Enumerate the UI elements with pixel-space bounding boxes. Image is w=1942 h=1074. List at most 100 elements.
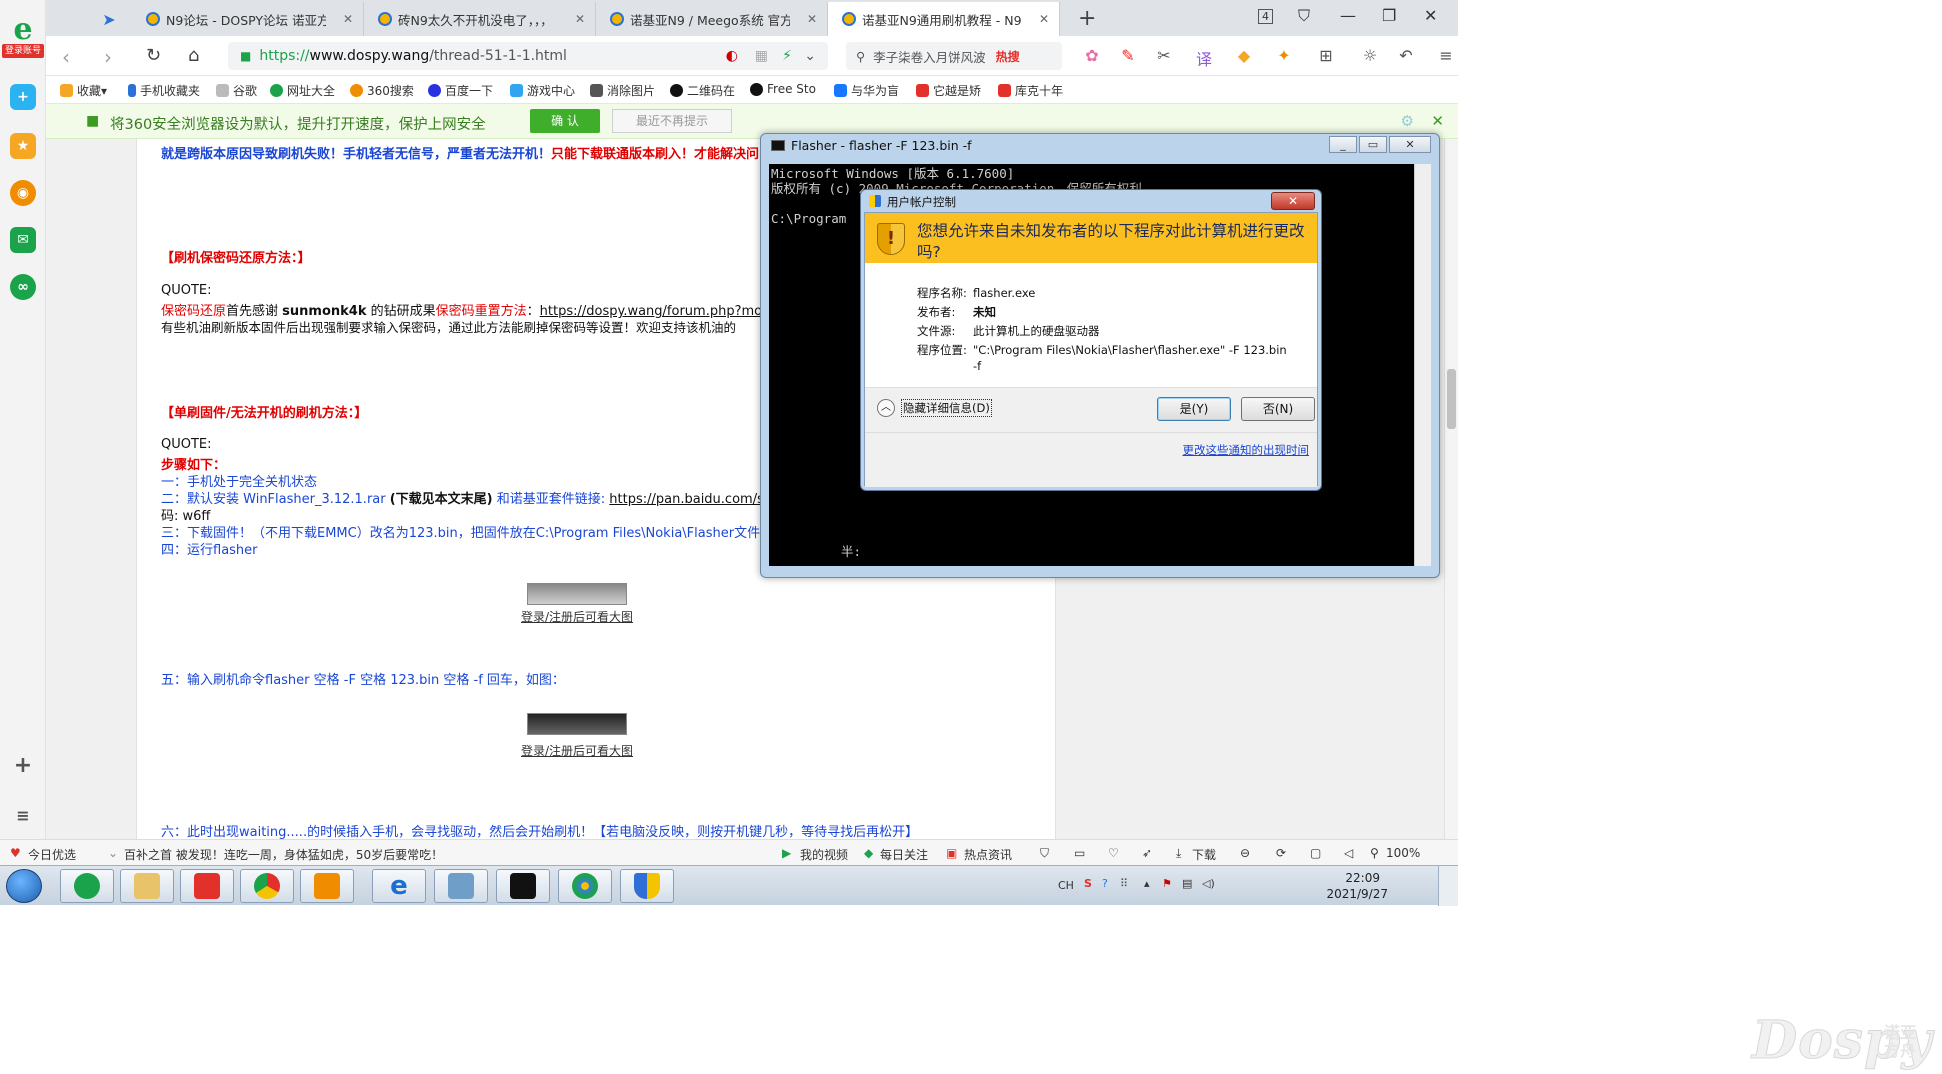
shield-badge-icon[interactable]: ◆	[1234, 46, 1254, 66]
tab-n9-forum[interactable]: N9论坛 - DOSPY论坛 诺亚方舟 ✕	[132, 2, 364, 36]
taskbar-flasher[interactable]	[434, 869, 488, 903]
my-video-link[interactable]: 我的视频	[800, 846, 848, 863]
taskbar-uac[interactable]	[620, 869, 674, 903]
speed-mode-icon[interactable]: ⚡	[782, 48, 792, 64]
brightness-icon[interactable]: ☼	[1360, 46, 1380, 66]
hide-details-toggle[interactable]: ︿ 隐藏详细信息(D)	[877, 399, 992, 417]
zoom-level[interactable]: 100%	[1386, 846, 1420, 860]
bookmark-item[interactable]: 谷歌	[216, 82, 257, 99]
speaker-icon[interactable]: ◁	[1344, 846, 1353, 860]
tab-count-badge[interactable]: 4	[1258, 9, 1273, 24]
bookmark-item[interactable]: 库克十年	[998, 82, 1063, 99]
taskbar-cmd[interactable]	[496, 869, 550, 903]
home-icon[interactable]: ⌂	[188, 45, 199, 66]
flasher-thumbnail-image[interactable]	[527, 583, 627, 605]
minimize-icon[interactable]: —	[1340, 6, 1356, 25]
cmd-scrollbar[interactable]	[1414, 164, 1431, 566]
bookmark-item[interactable]: 它越是矫	[916, 82, 981, 99]
tab-n9-meego-firmware[interactable]: 诺基亚N9 / Meego系统 官方固 ✕	[596, 2, 828, 36]
clock-date[interactable]: 2021/9/27	[1326, 887, 1388, 901]
help-icon[interactable]: ?	[1102, 877, 1108, 890]
baidu-pan-link[interactable]: https://pan.baidu.com/s/1	[609, 492, 776, 507]
sidebar-login-button[interactable]: 登录账号	[2, 44, 44, 58]
close-tab-icon[interactable]: ✕	[343, 12, 353, 26]
close-window-icon[interactable]: ✕	[1424, 6, 1437, 25]
change-notification-link[interactable]: 更改这些通知的出现时间	[1183, 442, 1310, 458]
close-icon[interactable]: ✕	[1431, 112, 1444, 130]
shield-icon[interactable]: ⛉	[1040, 846, 1049, 861]
sidebar-mail-icon[interactable]: ✉	[10, 227, 36, 253]
input-language[interactable]: CH	[1058, 879, 1074, 892]
extension-icon[interactable]: ✿	[1082, 46, 1102, 66]
restore-icon[interactable]: ▭	[1359, 136, 1387, 153]
window-icon[interactable]: ▢	[1310, 846, 1321, 860]
translate-icon[interactable]: 译	[1194, 46, 1214, 69]
sidebar-link-icon[interactable]: ∞	[10, 274, 36, 300]
restore-icon[interactable]: ❐	[1382, 6, 1396, 25]
bookmark-item[interactable]: 收藏 ▾	[60, 82, 107, 99]
chevron-down-icon[interactable]: ⌄	[108, 846, 118, 860]
sogou-ime-icon[interactable]: S	[1084, 877, 1092, 890]
search-input[interactable]: ⚲ 李子柒卷入月饼风波 热搜	[846, 42, 1062, 70]
uac-dialog[interactable]: 用户帐户控制 ✕ ! 您想允许来自未知发布者的以下程序对此计算机进行更改吗? 程…	[860, 189, 1322, 491]
clock-time[interactable]: 22:09	[1345, 871, 1380, 885]
sidebar-weibo-icon[interactable]: ◉	[10, 180, 36, 206]
no-button[interactable]: 否(N)	[1241, 397, 1315, 421]
taskbar-media-player[interactable]	[300, 869, 354, 903]
hide-details-label[interactable]: 隐藏详细信息(D)	[901, 399, 992, 417]
bookmark-item[interactable]: 百度一下	[428, 82, 493, 99]
close-icon[interactable]: ✕	[1389, 136, 1431, 153]
yes-button[interactable]: 是(Y)	[1157, 397, 1231, 421]
screenshot-scissors-icon[interactable]: ✂	[1154, 46, 1174, 66]
cmd-thumbnail-image[interactable]	[527, 713, 627, 735]
taskbar-360-browser[interactable]	[60, 869, 114, 903]
refresh-icon[interactable]: ↻	[146, 45, 161, 66]
daily-focus-link[interactable]: 每日关注	[880, 846, 928, 863]
confirm-button[interactable]: 确 认	[530, 109, 600, 133]
volume-icon[interactable]: ◁)	[1202, 877, 1215, 890]
url-bar[interactable]: ■ https:// www.dospy.wang /thread-51-1-1…	[228, 42, 828, 70]
chevron-down-icon[interactable]: ⌄	[804, 48, 816, 64]
gear-icon[interactable]: ⚙	[1401, 112, 1414, 130]
close-tab-icon[interactable]: ✕	[575, 12, 585, 26]
sidebar-favorites-icon[interactable]: ★	[10, 133, 36, 159]
shirt-skin-icon[interactable]: ⛉	[1298, 6, 1310, 26]
tab-n9-brick[interactable]: 砖N9太久不开机没电了，，， ✕	[364, 2, 596, 36]
hot-news-link[interactable]: 热点资讯	[964, 846, 1012, 863]
rocket-icon[interactable]: ➶	[1142, 846, 1152, 860]
bookmark-item[interactable]: 网址大全	[270, 82, 335, 99]
bookmark-item[interactable]: 与华为盲	[834, 82, 899, 99]
sidebar-add-icon[interactable]: +	[10, 752, 36, 778]
sidebar-add-app-icon[interactable]: +	[10, 84, 36, 110]
taskbar-explorer[interactable]	[120, 869, 174, 903]
navigate-icon[interactable]: ➤	[96, 6, 122, 32]
tray-extra-icon[interactable]: ⠿	[1120, 877, 1128, 890]
page-scrollbar[interactable]	[1444, 139, 1458, 839]
close-tab-icon[interactable]: ✕	[807, 12, 817, 26]
image-caption-link[interactable]: 登录/注册后可看大图	[521, 608, 633, 625]
start-button[interactable]	[6, 869, 42, 903]
image-caption-link[interactable]: 登录/注册后可看大图	[521, 742, 633, 759]
back-icon[interactable]: ‹	[62, 45, 70, 69]
bookmark-item[interactable]: 二维码在	[670, 82, 735, 99]
chevron-up-icon[interactable]: ︿	[877, 399, 895, 417]
dont-remind-button[interactable]: 最近不再提示	[612, 109, 732, 133]
taskbar-paint[interactable]	[558, 869, 612, 903]
undo-icon[interactable]: ↶	[1396, 46, 1416, 66]
bookmark-item[interactable]: 游戏中心	[510, 82, 575, 99]
network-icon[interactable]: ▤	[1182, 877, 1192, 890]
pen-icon[interactable]: ✎	[1118, 46, 1138, 66]
news-ticker[interactable]: 百补之首 被发现！连吃一周，身体猛如虎，50岁后要常吃！	[124, 846, 443, 863]
hot-search-badge[interactable]: 热搜	[996, 48, 1020, 65]
today-picks[interactable]: 今日优选	[28, 846, 76, 863]
game-icon[interactable]: ✦	[1274, 46, 1294, 66]
bookmark-item[interactable]: 360搜索	[350, 82, 414, 99]
download-link[interactable]: 下载	[1192, 846, 1216, 863]
sidebar-list-icon[interactable]: ≡	[10, 802, 36, 828]
glasses-icon[interactable]: ⊖	[1240, 846, 1250, 860]
taskbar-ie[interactable]: e	[372, 869, 426, 903]
tab-n9-flash-tutorial[interactable]: 诺基亚N9通用刷机教程 - N9论坛 ✕	[828, 2, 1060, 36]
scrollbar-thumb[interactable]	[1447, 369, 1456, 429]
minimize-icon[interactable]: _	[1329, 136, 1357, 153]
taskbar-netease-music[interactable]	[180, 869, 234, 903]
